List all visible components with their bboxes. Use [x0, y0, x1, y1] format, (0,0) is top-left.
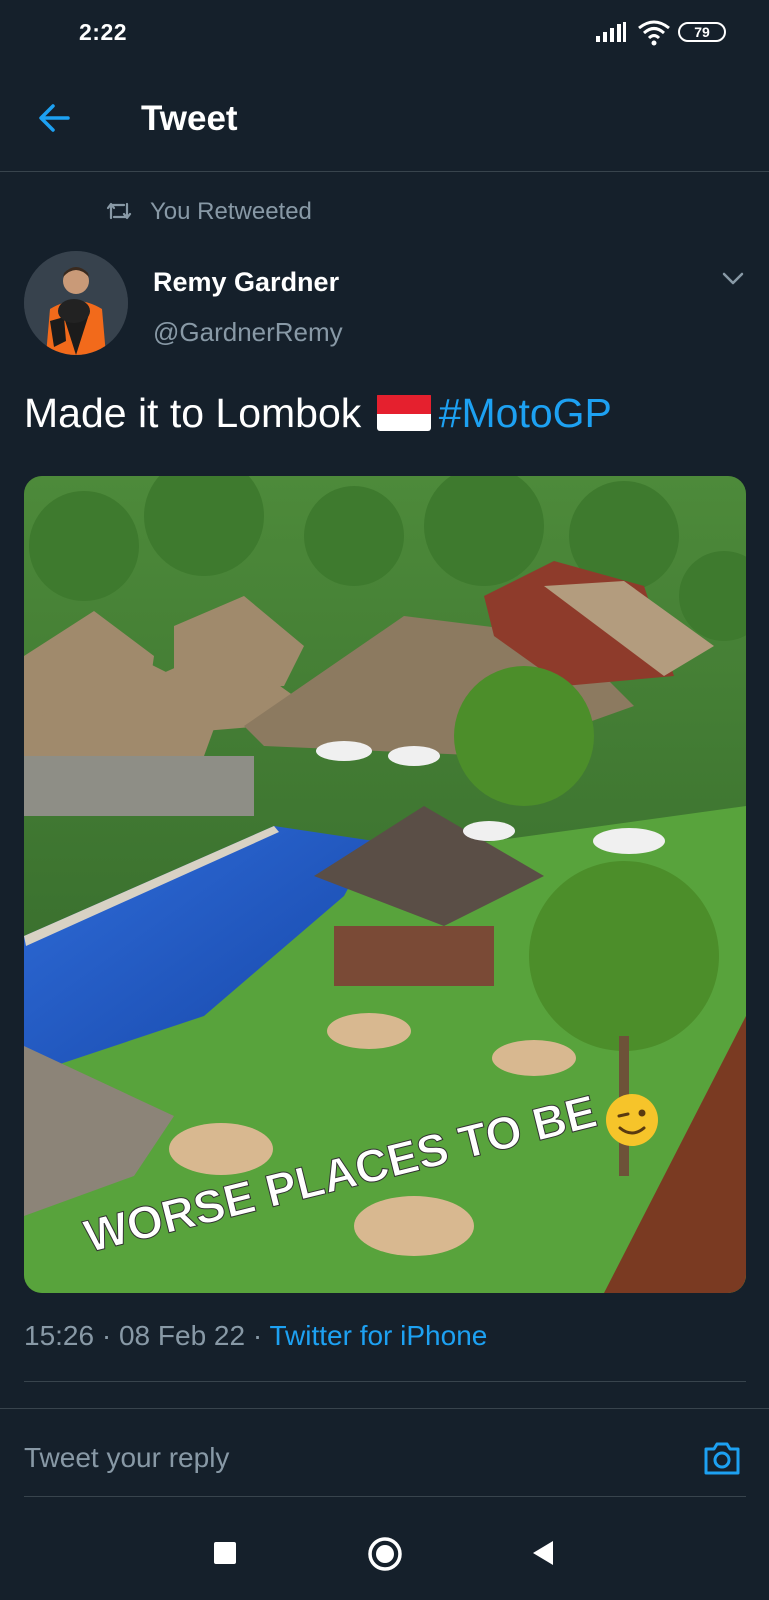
tweet-time: 15:26 — [24, 1320, 95, 1351]
divider — [24, 1496, 746, 1497]
tweet-photo[interactable]: WORSE PLACES TO BE — [24, 476, 746, 1293]
divider — [24, 1381, 746, 1382]
reply-input[interactable] — [24, 1442, 644, 1474]
retweet-icon — [106, 202, 132, 220]
tweet-date: 08 Feb 22 — [118, 1320, 246, 1351]
status-time: 2:22 — [79, 19, 128, 45]
tweet-text: Made it to Lombok #MotoGP — [24, 387, 612, 439]
client-link[interactable]: Twitter for iPhone — [269, 1320, 487, 1351]
tweet-body: Made it to Lombok — [24, 390, 362, 436]
hashtag-link[interactable]: #MotoGP — [439, 390, 612, 436]
resort-photo: WORSE PLACES TO BE — [24, 476, 746, 1293]
back-icon[interactable] — [531, 1539, 555, 1567]
wifi-icon — [638, 20, 670, 46]
signal-icon — [596, 22, 626, 42]
page-title: Tweet — [141, 99, 238, 138]
indonesia-flag-icon — [376, 393, 431, 431]
chevron-down-icon[interactable] — [722, 272, 744, 286]
camera-icon[interactable] — [702, 1440, 742, 1476]
top-bar — [0, 66, 769, 172]
battery-icon: 79 — [678, 22, 726, 42]
divider — [0, 1408, 769, 1409]
author-name[interactable]: Remy Gardner — [153, 267, 339, 298]
battery-level: 79 — [694, 24, 710, 40]
recent-apps-icon[interactable] — [214, 1542, 236, 1564]
arrow-left-icon[interactable] — [36, 100, 72, 136]
tweet-meta: 15:26 · 08 Feb 22 · Twitter for iPhone — [24, 1320, 488, 1351]
avatar-image — [24, 251, 128, 355]
home-icon[interactable] — [367, 1536, 403, 1572]
author-handle[interactable]: @GardnerRemy — [153, 317, 343, 348]
winking-face-icon — [606, 1094, 658, 1146]
avatar[interactable] — [24, 251, 128, 355]
retweet-label: You Retweeted — [150, 198, 312, 225]
